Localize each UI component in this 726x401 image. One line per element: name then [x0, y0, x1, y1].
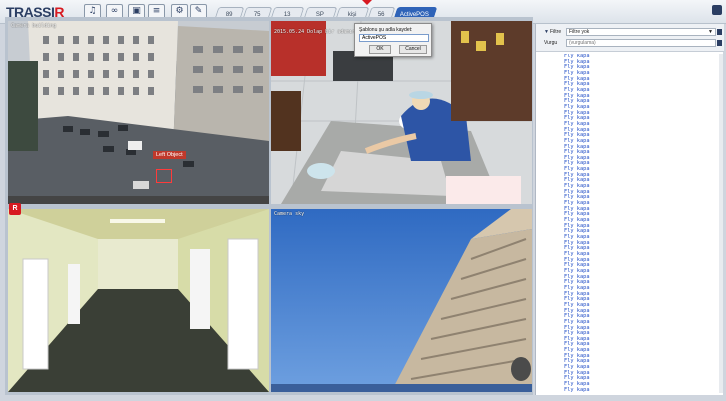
courtyard-image	[8, 21, 269, 204]
highlight-input[interactable]	[566, 39, 716, 47]
filter-select-value: Filtre yok	[569, 29, 590, 35]
filter-icon: ▼	[544, 29, 549, 35]
camera-view-corridor[interactable]	[8, 209, 269, 392]
save-template-dialog: Şablonu şu adla kaydet: OK Cancel	[354, 23, 432, 57]
corridor-image	[8, 209, 269, 392]
cancel-button[interactable]: Cancel	[399, 45, 427, 54]
highlight-label: Vurgu	[544, 40, 558, 46]
chevron-down-icon: ▼	[708, 29, 713, 35]
camera-view-courtyard[interactable]: Camera building Left Object	[8, 21, 269, 204]
pos-log-list[interactable]: Fly kapa Fly kapa Fly kapa Fly kapa Fly kapa…	[564, 54, 714, 393]
video-grid: Camera building Left Object R 2015.05.24…	[5, 17, 533, 395]
log-scrollbar[interactable]	[719, 54, 723, 393]
log-line: Fly kapa	[564, 386, 590, 393]
camera-view-tower[interactable]: Camera sky	[271, 209, 532, 392]
camera-title: 2015.05.24 Dolap bir adamın	[274, 29, 356, 35]
filter-label: Filtre	[550, 29, 562, 35]
camera-title: Camera sky	[274, 211, 305, 217]
left-object-event-label: Left Object	[153, 151, 186, 159]
filter-select[interactable]: Filtre yok ▼	[566, 28, 716, 36]
recording-badge[interactable]: R	[9, 203, 21, 215]
ok-button[interactable]: OK	[369, 45, 391, 54]
camera-title: Camera building	[11, 23, 57, 29]
template-name-input[interactable]	[359, 34, 429, 42]
left-object-detection-box	[156, 169, 172, 183]
highlight-settings-icon[interactable]	[717, 40, 722, 46]
filter-settings-icon[interactable]	[717, 29, 722, 35]
tower-image	[271, 209, 532, 392]
active-tab-indicator	[362, 0, 372, 5]
filter-header: ▼ Filtre Filtre yok ▼ Vurgu	[536, 24, 724, 52]
pos-event-panel: ▼ Filtre Filtre yok ▼ Vurgu Fly kapaFly …	[535, 24, 724, 395]
dialog-title: Şablonu şu adla kaydet:	[359, 27, 413, 33]
window-icon[interactable]	[712, 5, 722, 15]
